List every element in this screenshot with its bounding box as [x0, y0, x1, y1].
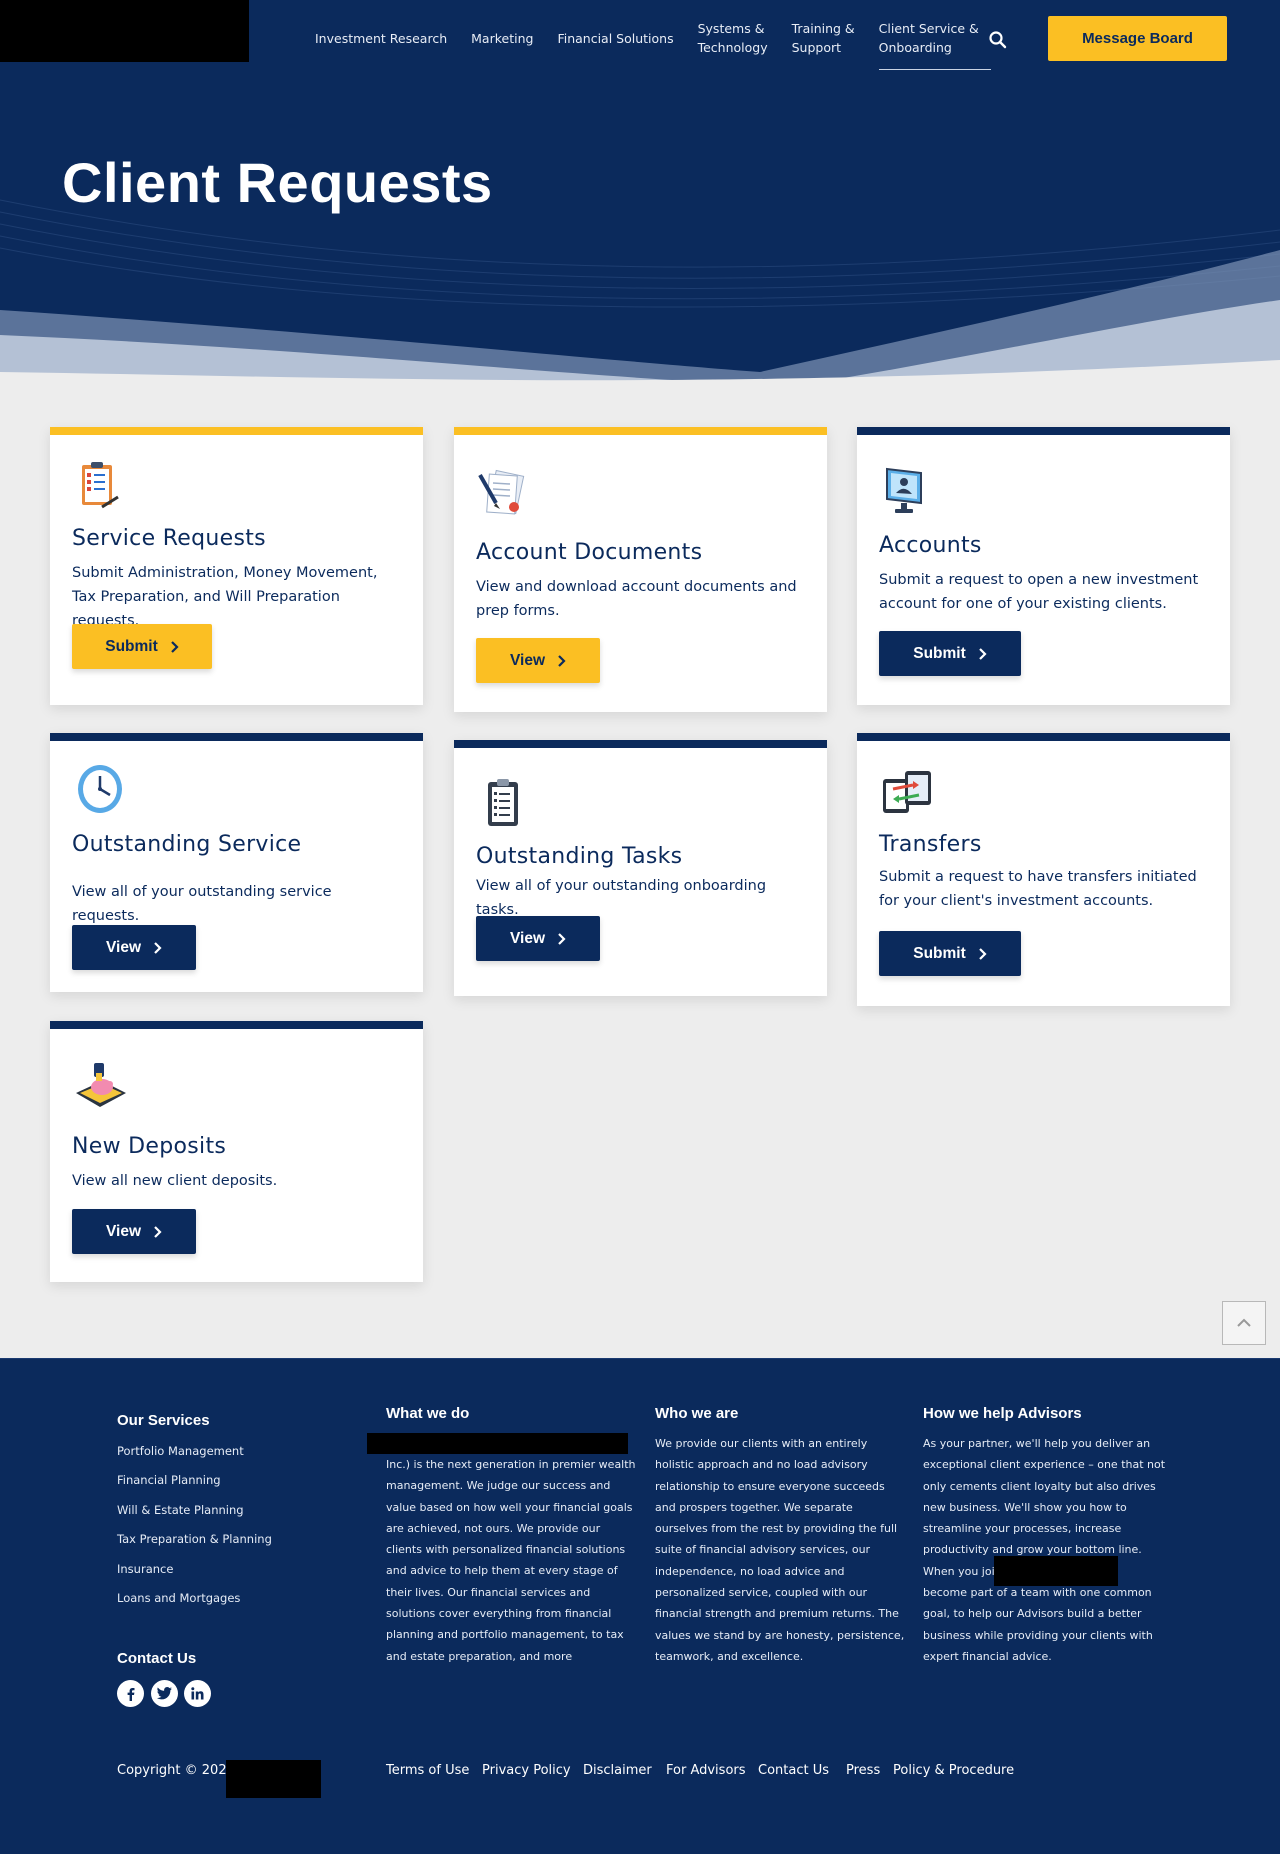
redacted-company-name	[226, 1760, 321, 1798]
scroll-to-top-button[interactable]	[1222, 1301, 1266, 1345]
card-title: Outstanding Service Requests	[72, 832, 302, 857]
computer-user-icon	[886, 467, 922, 513]
footer-link-portfolio-management[interactable]: Portfolio Management	[117, 1444, 244, 1458]
footer-link-financial-planning[interactable]: Financial Planning	[117, 1473, 221, 1487]
nav-marketing[interactable]: Marketing	[471, 0, 533, 48]
card-description: View all of your outstanding onboarding …	[476, 878, 767, 918]
accounts-submit-button[interactable]: Submit	[879, 631, 1021, 676]
button-label: Submit	[105, 637, 158, 655]
task-clipboard-icon	[488, 779, 518, 826]
footer-who-text: We provide our clients with an entirely h…	[655, 1437, 905, 1663]
card-title: Transfers	[879, 832, 982, 857]
footer-link-insurance[interactable]: Insurance	[117, 1562, 173, 1576]
card-description: View and download account documents and …	[476, 579, 797, 619]
footer-policy-link[interactable]: Policy & Procedure	[893, 1763, 1014, 1778]
card-accent-bar	[50, 733, 423, 741]
chevron-up-icon	[1237, 1318, 1251, 1327]
footer-contact-heading: Contact Us	[117, 1650, 197, 1667]
service-requests-submit-button[interactable]: Submit	[72, 624, 212, 669]
main-navigation: Investment Research Marketing Financial …	[315, 0, 1015, 80]
button-label: Submit	[913, 944, 966, 962]
clock-icon	[78, 765, 122, 813]
card-title: New Deposits	[72, 1134, 227, 1159]
device-transfer-icon	[883, 771, 931, 813]
footer-press-link[interactable]: Press	[846, 1763, 880, 1778]
nav-systems-technology[interactable]: Systems & Technology	[698, 0, 768, 57]
card-accent-bar	[454, 427, 827, 435]
card-transfers: Transfers Submit a request to have trans…	[857, 733, 1230, 1006]
card-description: Submit a request to open a new investmen…	[879, 572, 1199, 612]
redacted-text	[994, 1556, 1118, 1586]
footer-link-tax-preparation[interactable]: Tax Preparation & Planning	[117, 1532, 272, 1546]
transfers-submit-button[interactable]: Submit	[879, 931, 1021, 976]
card-title: Accounts	[879, 533, 982, 558]
card-title: Outstanding Tasks	[476, 844, 683, 869]
card-description: Submit Administration, Money Movement, T…	[72, 565, 378, 629]
footer-disclaimer-link[interactable]: Disclaimer	[583, 1763, 652, 1778]
button-label: View	[105, 938, 142, 956]
footer-for-advisors-link[interactable]: For Advisors	[666, 1763, 746, 1778]
footer-link-loans-mortgages[interactable]: Loans and Mortgages	[117, 1591, 240, 1605]
facebook-icon[interactable]	[117, 1680, 144, 1707]
piggy-bank-deposit-icon	[76, 1063, 126, 1107]
footer-link-will-estate-planning[interactable]: Will & Estate Planning	[117, 1503, 244, 1517]
chevron-right-icon	[154, 1225, 162, 1238]
button-label: View	[105, 1222, 142, 1240]
clipboard-checklist-icon	[82, 462, 119, 509]
nav-investment-research[interactable]: Investment Research	[315, 0, 447, 48]
card-accent-bar	[454, 740, 827, 748]
chevron-right-icon	[978, 947, 987, 960]
search-icon[interactable]	[988, 30, 1008, 50]
new-deposits-view-button[interactable]: View	[72, 1209, 196, 1254]
linkedin-icon[interactable]	[184, 1680, 211, 1707]
button-label: Submit	[913, 644, 966, 662]
chevron-right-icon	[978, 647, 987, 660]
nav-financial-solutions[interactable]: Financial Solutions	[557, 0, 673, 48]
card-accent-bar	[50, 427, 423, 435]
redacted-text	[367, 1433, 628, 1454]
card-description: View all of your outstanding service req…	[72, 884, 332, 924]
card-accent-bar	[857, 733, 1230, 741]
twitter-icon[interactable]	[151, 1680, 178, 1707]
footer-help-heading: How we help Advisors	[923, 1405, 1082, 1422]
footer-terms-link[interactable]: Terms of Use	[386, 1763, 469, 1778]
card-new-deposits: New Deposits View all new client deposit…	[50, 1021, 423, 1282]
nav-training-support[interactable]: Training & Support	[792, 0, 855, 57]
card-account-documents: Account Documents View and download acco…	[454, 427, 827, 712]
copyright-text: Copyright © 2021	[117, 1763, 235, 1778]
button-label: View	[509, 929, 546, 947]
card-service-requests: Service Requests Submit Administration, …	[50, 427, 423, 705]
chevron-right-icon	[154, 941, 162, 954]
nav-client-service-onboarding[interactable]: Client Service & Onboarding	[878, 0, 991, 70]
footer-what-text: Inc.) is the next generation in premier …	[386, 1458, 636, 1663]
card-description: Submit a request to have transfers initi…	[879, 869, 1197, 909]
footer-privacy-link[interactable]: Privacy Policy	[482, 1763, 571, 1778]
card-description: View all new client deposits.	[72, 1173, 278, 1189]
footer-who-heading: Who we are	[655, 1405, 739, 1422]
footer-what-heading: What we do	[386, 1405, 470, 1422]
page-title: Client Requests	[62, 151, 493, 214]
card-accounts: Accounts Submit a request to open a new …	[857, 427, 1230, 705]
button-label: View	[509, 651, 546, 669]
card-outstanding-service-requests: Outstanding Service Requests View all of…	[50, 733, 423, 992]
footer-contact-link[interactable]: Contact Us	[758, 1763, 829, 1778]
logo-redacted[interactable]	[0, 0, 249, 62]
account-documents-view-button[interactable]: View	[476, 638, 600, 683]
outstanding-tasks-view-button[interactable]: View	[476, 916, 600, 961]
footer-help-text: As your partner, we'll help you deliver …	[923, 1437, 1166, 1663]
card-title: Account Documents	[476, 540, 703, 565]
chevron-right-icon	[558, 932, 566, 945]
card-outstanding-tasks: Outstanding Tasks View all of your outst…	[454, 740, 827, 996]
footer-services-heading: Our Services	[117, 1412, 210, 1429]
card-title: Service Requests	[72, 526, 266, 551]
card-accent-bar	[857, 427, 1230, 435]
message-board-button[interactable]: Message Board	[1048, 16, 1227, 61]
documents-pen-icon	[478, 469, 525, 515]
chevron-right-icon	[170, 640, 179, 653]
card-accent-bar	[50, 1021, 423, 1029]
outstanding-service-requests-view-button[interactable]: View	[72, 925, 196, 970]
chevron-right-icon	[558, 654, 566, 667]
